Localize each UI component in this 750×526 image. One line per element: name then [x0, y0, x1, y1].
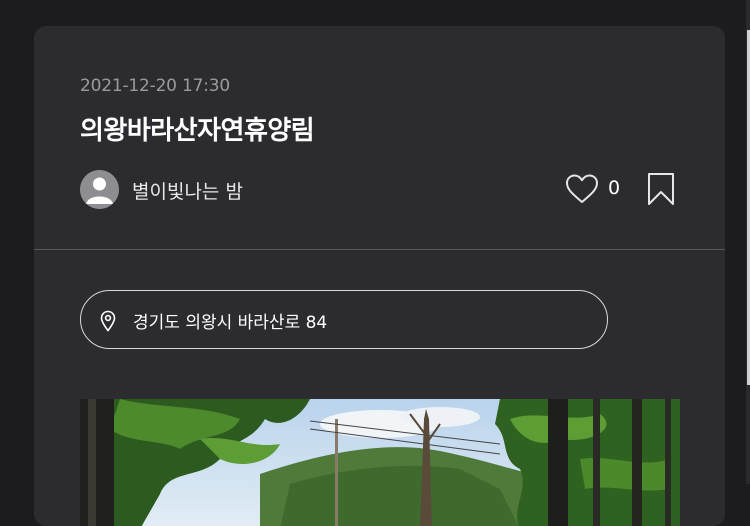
post-date: 2021-12-20 17:30 [80, 76, 230, 96]
like-button[interactable] [564, 173, 600, 205]
like-count: 0 [608, 177, 621, 199]
avatar[interactable] [80, 170, 119, 209]
post-title: 의왕바라산자연휴양림 [80, 116, 315, 146]
map-pin-icon [100, 310, 116, 332]
heart-icon [566, 174, 598, 203]
author-name[interactable]: 별이빛나는 밤 [132, 177, 243, 204]
location-text: 경기도 의왕시 바라산로 84 [133, 313, 328, 333]
divider [34, 249, 725, 250]
author-row: 별이빛나는 밤 0 [80, 170, 680, 210]
post-card: 2021-12-20 17:30 의왕바라산자연휴양림 별이빛나는 밤 0 경기… [34, 26, 725, 526]
bookmark-icon [648, 173, 674, 205]
forest-photo [80, 399, 680, 526]
bookmark-button[interactable] [647, 172, 675, 206]
page-scrollbar[interactable] [746, 0, 750, 484]
post-photo[interactable] [80, 399, 680, 526]
user-avatar-icon [80, 170, 119, 209]
location-chip[interactable]: 경기도 의왕시 바라산로 84 [80, 290, 608, 349]
